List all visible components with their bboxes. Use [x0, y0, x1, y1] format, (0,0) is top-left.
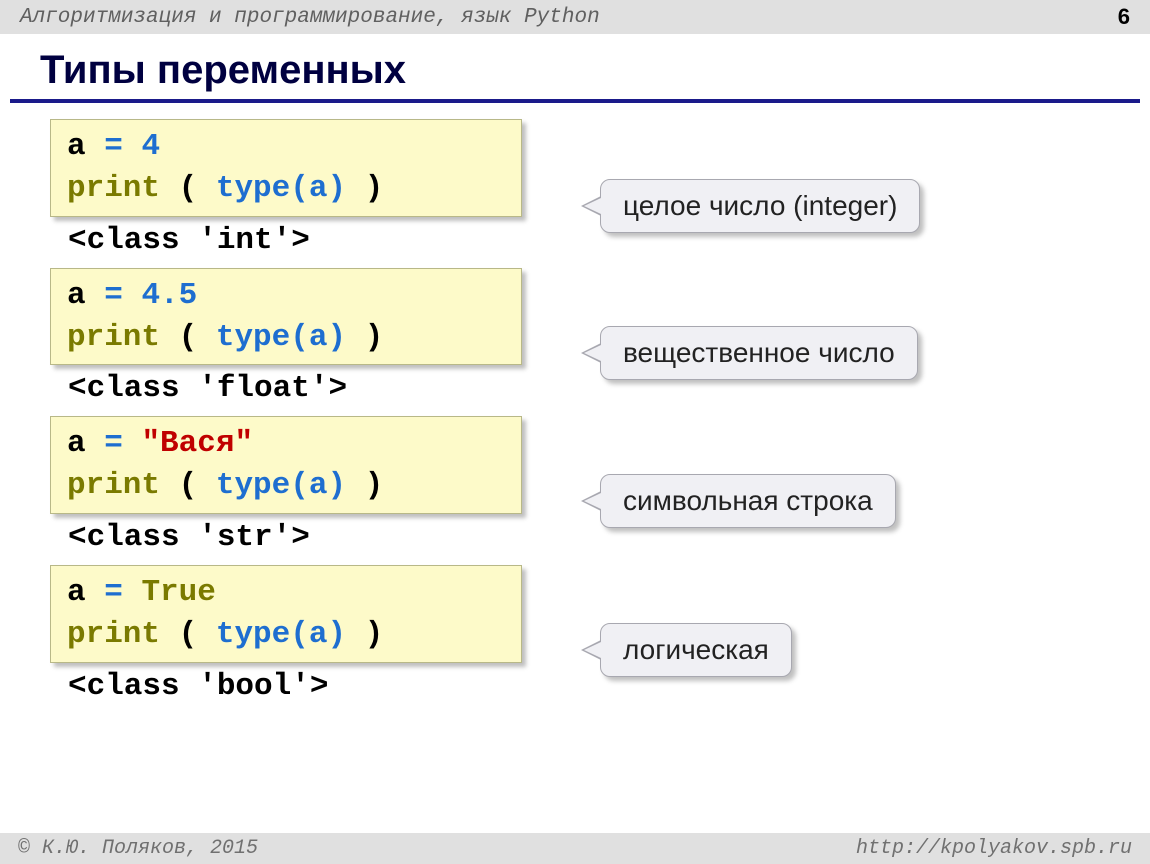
code-print: print	[67, 468, 160, 503]
page-number: 6	[1118, 4, 1130, 30]
code-paren: (	[179, 320, 216, 355]
code-type: type(a)	[216, 617, 346, 652]
code-type: type(a)	[216, 320, 346, 355]
callout-str: символьная строка	[600, 474, 896, 528]
code-paren: (	[179, 468, 216, 503]
code-type: type(a)	[216, 468, 346, 503]
example-block: a = 4.5 print ( type(a) ) <class 'float'…	[50, 268, 1110, 413]
output-text: <class 'int'>	[50, 217, 1110, 264]
code-box: a = True print ( type(a) )	[50, 565, 522, 663]
code-paren: (	[179, 617, 216, 652]
output-text: <class 'float'>	[50, 365, 1110, 412]
callout-int: целое число (integer)	[600, 179, 920, 233]
footer-left: © К.Ю. Поляков, 2015	[18, 837, 258, 860]
example-block: a = True print ( type(a) ) <class 'bool'…	[50, 565, 1110, 710]
code-value: 4	[141, 129, 160, 164]
code-box: a = "Вася" print ( type(a) )	[50, 416, 522, 514]
example-block: a = 4 print ( type(a) ) <class 'int'> це…	[50, 119, 1110, 264]
code-var: a	[67, 426, 86, 461]
code-print: print	[67, 617, 160, 652]
code-value: 4.5	[141, 278, 197, 313]
code-type: type(a)	[216, 171, 346, 206]
output-text: <class 'str'>	[50, 514, 1110, 561]
code-paren: )	[365, 617, 384, 652]
callout-float: вещественное число	[600, 326, 918, 380]
code-print: print	[67, 171, 160, 206]
code-paren: )	[365, 468, 384, 503]
code-value: True	[141, 575, 215, 610]
code-op: =	[104, 278, 141, 313]
code-op: =	[104, 129, 141, 164]
callout-bool: логическая	[600, 623, 792, 677]
output-text: <class 'bool'>	[50, 663, 1110, 710]
code-box: a = 4.5 print ( type(a) )	[50, 268, 522, 366]
code-var: a	[67, 278, 86, 313]
code-box: a = 4 print ( type(a) )	[50, 119, 522, 217]
slide-title: Типы переменных	[10, 34, 1140, 103]
code-op: =	[104, 575, 141, 610]
slide-header: Алгоритмизация и программирование, язык …	[0, 0, 1150, 34]
code-paren: )	[365, 320, 384, 355]
content-area: a = 4 print ( type(a) ) <class 'int'> це…	[0, 119, 1150, 710]
code-var: a	[67, 575, 86, 610]
slide-footer: © К.Ю. Поляков, 2015 http://kpolyakov.sp…	[0, 833, 1150, 864]
header-title: Алгоритмизация и программирование, язык …	[20, 6, 600, 29]
example-block: a = "Вася" print ( type(a) ) <class 'str…	[50, 416, 1110, 561]
code-var: a	[67, 129, 86, 164]
footer-right: http://kpolyakov.spb.ru	[856, 837, 1132, 860]
code-op: =	[104, 426, 141, 461]
code-value: "Вася"	[141, 426, 253, 461]
code-print: print	[67, 320, 160, 355]
code-paren: )	[365, 171, 384, 206]
code-paren: (	[179, 171, 216, 206]
